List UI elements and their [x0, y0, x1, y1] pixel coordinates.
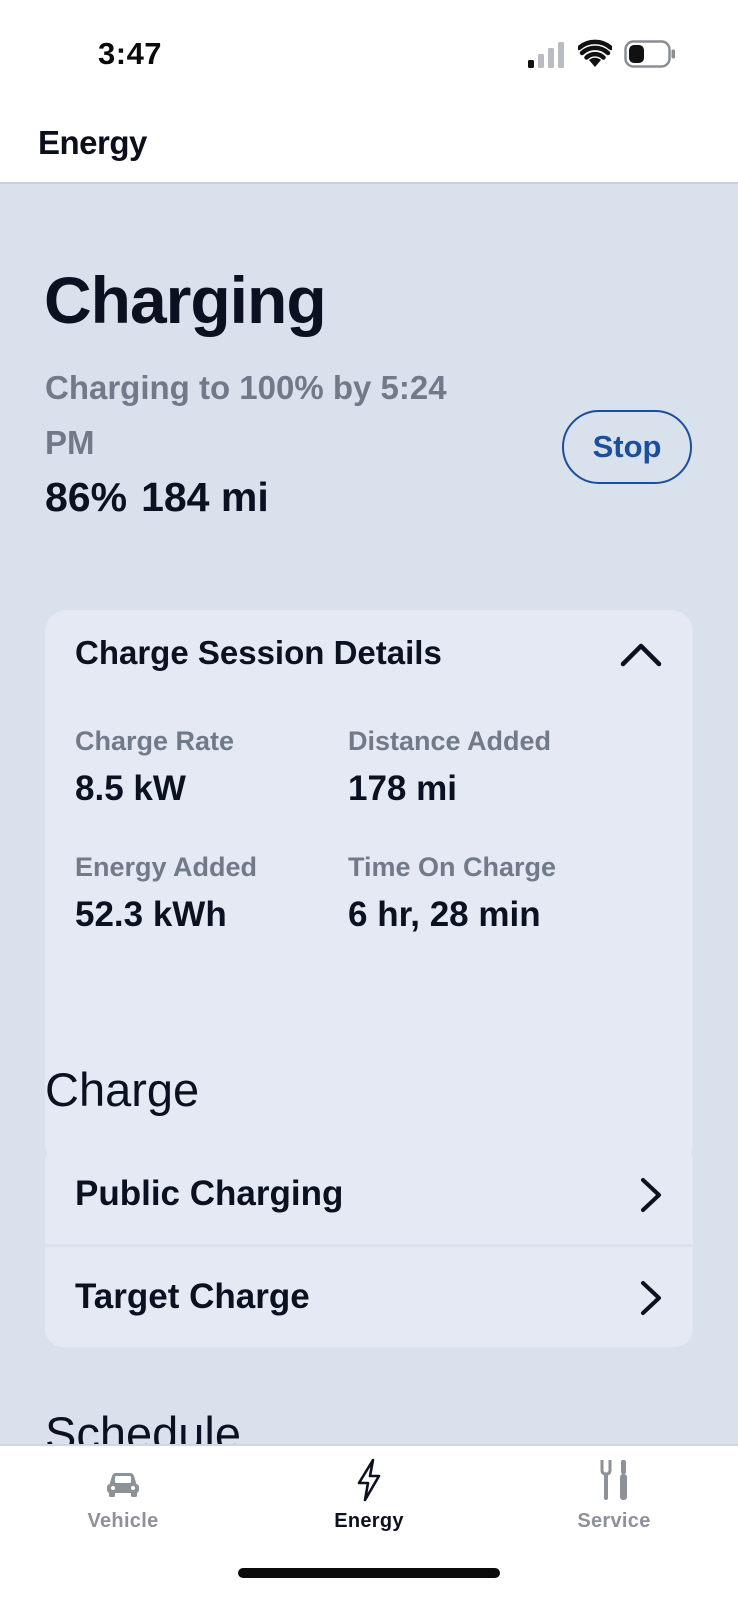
- status-bar: 3:47: [0, 0, 738, 108]
- list-item-label: Target Charge: [75, 1277, 310, 1316]
- lightning-icon: [357, 1458, 381, 1502]
- detail-distance-added: Distance Added 178 mi: [348, 726, 551, 809]
- wifi-icon: [578, 39, 612, 67]
- tab-service[interactable]: Service: [534, 1456, 694, 1546]
- chevron-right-icon: [641, 1178, 661, 1212]
- detail-label: Time On Charge: [348, 852, 557, 882]
- detail-value: 178 mi: [348, 769, 457, 808]
- chevron-right-icon: [641, 1281, 661, 1315]
- detail-value: 8.5 kW: [75, 769, 186, 808]
- chevron-up-icon[interactable]: [619, 640, 663, 668]
- detail-value: 6 hr, 28 min: [348, 895, 541, 934]
- stop-charging-button[interactable]: Stop: [562, 410, 692, 484]
- detail-charge-rate: Charge Rate 8.5 kW: [75, 726, 234, 809]
- list-item-target-charge[interactable]: Target Charge: [45, 1244, 693, 1347]
- tab-vehicle[interactable]: Vehicle: [43, 1456, 203, 1546]
- tab-label: Energy: [334, 1510, 404, 1532]
- home-indicator[interactable]: [238, 1568, 500, 1578]
- schedule-section-title: Schedule: [45, 1407, 241, 1444]
- battery-percent: 86%: [45, 474, 128, 520]
- battery-icon: [624, 40, 675, 68]
- app-header: Energy: [0, 108, 738, 184]
- detail-label: Energy Added: [75, 852, 258, 882]
- status-time: 3:47: [98, 36, 163, 71]
- charge-session-title: Charge Session Details: [75, 634, 442, 671]
- charge-options-list: Public Charging Target Charge: [45, 1144, 693, 1347]
- charge-session-header[interactable]: Charge Session Details: [45, 610, 693, 700]
- tab-label: Vehicle: [87, 1510, 159, 1532]
- list-item-public-charging[interactable]: Public Charging: [45, 1144, 693, 1244]
- energy-content[interactable]: Charging Charging to 100% by 5:24 PM 86%…: [0, 184, 738, 1444]
- tab-energy[interactable]: Energy: [289, 1456, 449, 1546]
- tools-icon: [600, 1460, 627, 1500]
- tab-label: Service: [577, 1510, 651, 1532]
- charging-target-text: Charging to 100% by 5:24 PM: [45, 369, 447, 461]
- detail-label: Distance Added: [348, 726, 552, 756]
- list-item-label: Public Charging: [75, 1174, 344, 1213]
- charge-section-title: Charge: [45, 1063, 200, 1116]
- range-value: 184 mi: [141, 474, 269, 520]
- charge-stats: 86% 184 mi: [45, 474, 283, 521]
- detail-value: 52.3 kWh: [75, 895, 227, 934]
- cellular-signal-icon: [528, 42, 564, 68]
- detail-energy-added: Energy Added 52.3 kWh: [75, 852, 257, 935]
- page-title: Energy: [38, 124, 147, 161]
- energy-screen: 3:47 Energy Charging Charging to 100% by…: [0, 0, 738, 1600]
- detail-label: Charge Rate: [75, 726, 235, 756]
- detail-time-on-charge: Time On Charge 6 hr, 28 min: [348, 852, 556, 935]
- car-icon: [107, 1473, 139, 1497]
- charging-status-title: Charging: [44, 263, 327, 337]
